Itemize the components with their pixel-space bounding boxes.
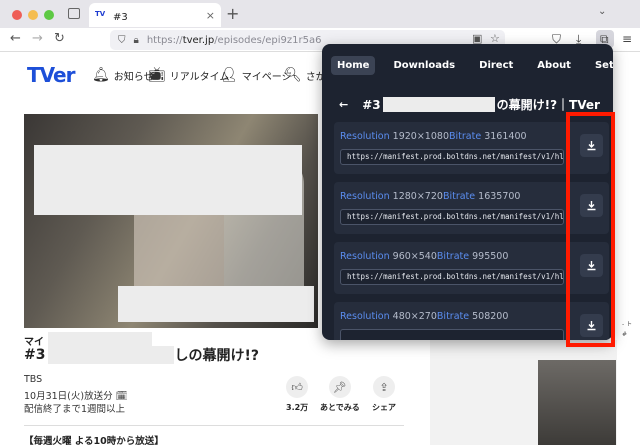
- browser-tab[interactable]: TV #3 の幕開け!? ×: [89, 3, 221, 27]
- watch-later-button[interactable]: 📌︎ あとでみる: [320, 376, 360, 413]
- nav-mypage[interactable]: 👤︎ マイページ: [220, 67, 292, 83]
- episode-title-suffix: しの幕開け!?: [174, 348, 259, 364]
- related-thumbnail[interactable]: [430, 340, 617, 445]
- search-icon: 🔍︎: [284, 67, 302, 83]
- new-tab-button[interactable]: +: [226, 4, 239, 23]
- resolution-value: 960×540: [392, 251, 437, 262]
- popup-nav: Home Downloads Direct About Settings: [322, 44, 613, 86]
- redaction-mask: [118, 286, 314, 322]
- like-count: 3.2万: [286, 403, 309, 412]
- stream-info: Resolution 960×540Bitrate 995500: [340, 251, 509, 262]
- redaction-mask: [382, 97, 495, 112]
- bell-icon: 🔔︎: [92, 67, 110, 83]
- tab-downloads[interactable]: Downloads: [387, 56, 461, 75]
- resolution-value: 480×270: [392, 311, 437, 322]
- back-arrow-icon[interactable]: ←: [339, 98, 348, 111]
- watch-later-label: あとでみる: [320, 403, 360, 412]
- nav-search[interactable]: 🔍︎ さが: [284, 67, 326, 83]
- title-prefix: #3: [362, 97, 381, 112]
- url-scheme: https://: [146, 34, 183, 46]
- tver-logo[interactable]: TVer: [27, 63, 75, 87]
- minimize-window-button[interactable]: [28, 10, 38, 20]
- redaction-mask: [48, 332, 152, 346]
- reload-button[interactable]: ↻: [54, 31, 65, 46]
- stream-url-field[interactable]: https://manifest.prod.boltdns.net/manife…: [340, 209, 564, 225]
- nav-realtime[interactable]: 📺︎ リアルタイム: [148, 67, 229, 83]
- stream-info: Resolution 1280×720Bitrate 1635700: [340, 191, 521, 202]
- bitrate-value: 508200: [472, 311, 509, 322]
- title-suffix: の幕開け!?｜TVer: [496, 98, 600, 112]
- resolution-value: 1920×1080: [392, 131, 449, 142]
- thumbs-up-icon: 👍︎: [286, 376, 309, 398]
- stream-info: Resolution 1920×1080Bitrate 3161400: [340, 131, 527, 142]
- thumbnail-image: [538, 360, 616, 445]
- availability: 配信終了まで1週間以上: [24, 404, 126, 415]
- stream-url-field[interactable]: https://manifest.prod.boltdns.net/manife…: [340, 269, 564, 285]
- bitrate-value: 1635700: [478, 191, 521, 202]
- shield-icon[interactable]: ⛉: [118, 35, 126, 46]
- stream-url-field[interactable]: [340, 329, 564, 340]
- side-label: - ト #: [622, 321, 633, 338]
- tab-title: #3 の幕開け!?: [113, 11, 206, 23]
- popup-page-title: ← #3 の幕開け!?｜TVer: [339, 96, 600, 113]
- share-icon: ⇪: [373, 376, 395, 398]
- tab-bar: TV #3 の幕開け!? × + ⌄: [0, 0, 640, 28]
- nav-notifications[interactable]: 🔔︎ お知らせ: [92, 67, 154, 83]
- zoom-window-button[interactable]: [44, 10, 54, 20]
- tv-icon: 📺︎: [148, 67, 166, 83]
- tab-settings[interactable]: Settings: [589, 56, 613, 75]
- tver-favicon-icon: TV: [95, 10, 106, 18]
- broadcast-schedule: 【毎週火曜 よる10時から放送】: [24, 436, 164, 445]
- redaction-mask: [34, 145, 302, 215]
- tab-overview-icon[interactable]: [68, 8, 80, 19]
- close-window-button[interactable]: [12, 10, 22, 20]
- air-date: 10月31日(火)放送分 🗓︎: [24, 388, 128, 402]
- close-tab-icon[interactable]: ×: [206, 9, 215, 22]
- tab-home[interactable]: Home: [331, 55, 376, 75]
- menu-icon[interactable]: ≡: [622, 32, 632, 46]
- url-host: tver.jp: [182, 34, 215, 46]
- highlight-annotation: [566, 112, 615, 347]
- share-button[interactable]: ⇪ シェア: [372, 376, 396, 413]
- lock-icon[interactable]: 🔒︎: [134, 35, 139, 46]
- redaction-mask: [48, 346, 175, 364]
- episode-title: #3 しの幕開け!?: [24, 345, 259, 365]
- stream-url-field[interactable]: https://manifest.prod.boltdns.net/manife…: [340, 149, 564, 165]
- pin-icon: 📌︎: [328, 376, 351, 398]
- bitrate-value: 995500: [472, 251, 509, 262]
- person-icon: 👤︎: [220, 67, 238, 83]
- episode-number: #3: [24, 347, 46, 363]
- bitrate-value: 3161400: [484, 131, 527, 142]
- resolution-value: 1280×720: [392, 191, 443, 202]
- stream-info: Resolution 480×270Bitrate 508200: [340, 311, 509, 322]
- back-button[interactable]: ←: [10, 31, 21, 46]
- tab-direct[interactable]: Direct: [473, 56, 519, 75]
- like-button[interactable]: 👍︎ 3.2万: [286, 376, 308, 413]
- url-path: /episodes/epi9z1r5a6: [214, 34, 322, 46]
- divider: [24, 425, 404, 426]
- tab-list-button[interactable]: ⌄: [598, 6, 606, 17]
- tab-about[interactable]: About: [531, 56, 577, 75]
- share-label: シェア: [372, 403, 396, 412]
- forward-button[interactable]: →: [32, 31, 43, 46]
- broadcaster[interactable]: TBS: [24, 374, 42, 385]
